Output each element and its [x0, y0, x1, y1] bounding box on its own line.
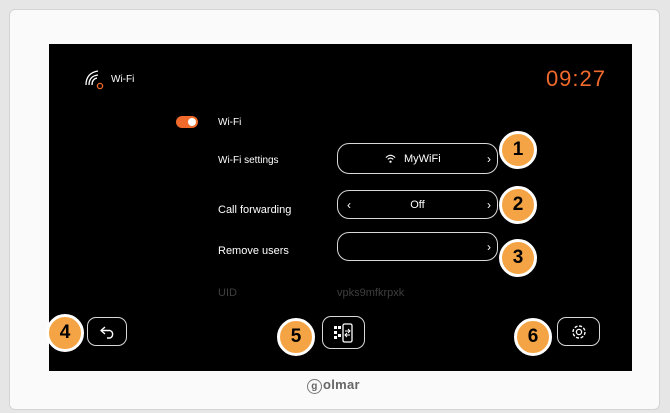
uid-label: UID	[218, 287, 237, 299]
wifi-settings-button[interactable]: MyWiFi ›	[337, 143, 498, 174]
clock: 09:27	[545, 66, 606, 91]
wifi-toggle-label: Wi-Fi	[218, 117, 242, 128]
remove-users-button[interactable]: ›	[337, 232, 498, 261]
call-forwarding-value: Off	[410, 198, 425, 211]
settings-button[interactable]	[557, 317, 600, 346]
callout-1: 1	[499, 131, 537, 169]
wifi-icon	[385, 154, 396, 163]
back-button[interactable]	[87, 317, 127, 346]
chevron-right-icon: ›	[487, 239, 491, 254]
callout-5: 5	[277, 318, 315, 356]
wifi-network-name: MyWiFi	[404, 152, 441, 165]
brand-logo-mark: g	[307, 379, 322, 394]
callout-4: 4	[46, 314, 84, 352]
brand-logo-text: olmar	[323, 377, 360, 392]
wifi-status-icon	[85, 70, 104, 90]
back-arrow-icon	[100, 326, 114, 339]
call-forwarding-label: Call forwarding	[218, 204, 292, 216]
gear-icon	[572, 325, 586, 339]
qr-pair-button[interactable]	[322, 316, 365, 349]
callout-6: 6	[514, 318, 552, 356]
wifi-status-label: Wi-Fi	[111, 74, 135, 85]
chevron-right-icon: ›	[487, 151, 491, 166]
wifi-settings-label: Wi-Fi settings	[218, 155, 279, 166]
qr-code-icon	[334, 323, 353, 343]
brand-logo: g olmar	[307, 377, 360, 394]
uid-value: vpks9mfkrpxk	[337, 287, 405, 299]
remove-users-label: Remove users	[218, 245, 289, 257]
call-forwarding-selector[interactable]: ‹ Off ›	[337, 190, 498, 219]
wifi-toggle[interactable]	[176, 116, 198, 128]
callout-3: 3	[499, 239, 537, 277]
chevron-right-icon[interactable]: ›	[487, 198, 491, 212]
callout-2: 2	[499, 186, 537, 224]
